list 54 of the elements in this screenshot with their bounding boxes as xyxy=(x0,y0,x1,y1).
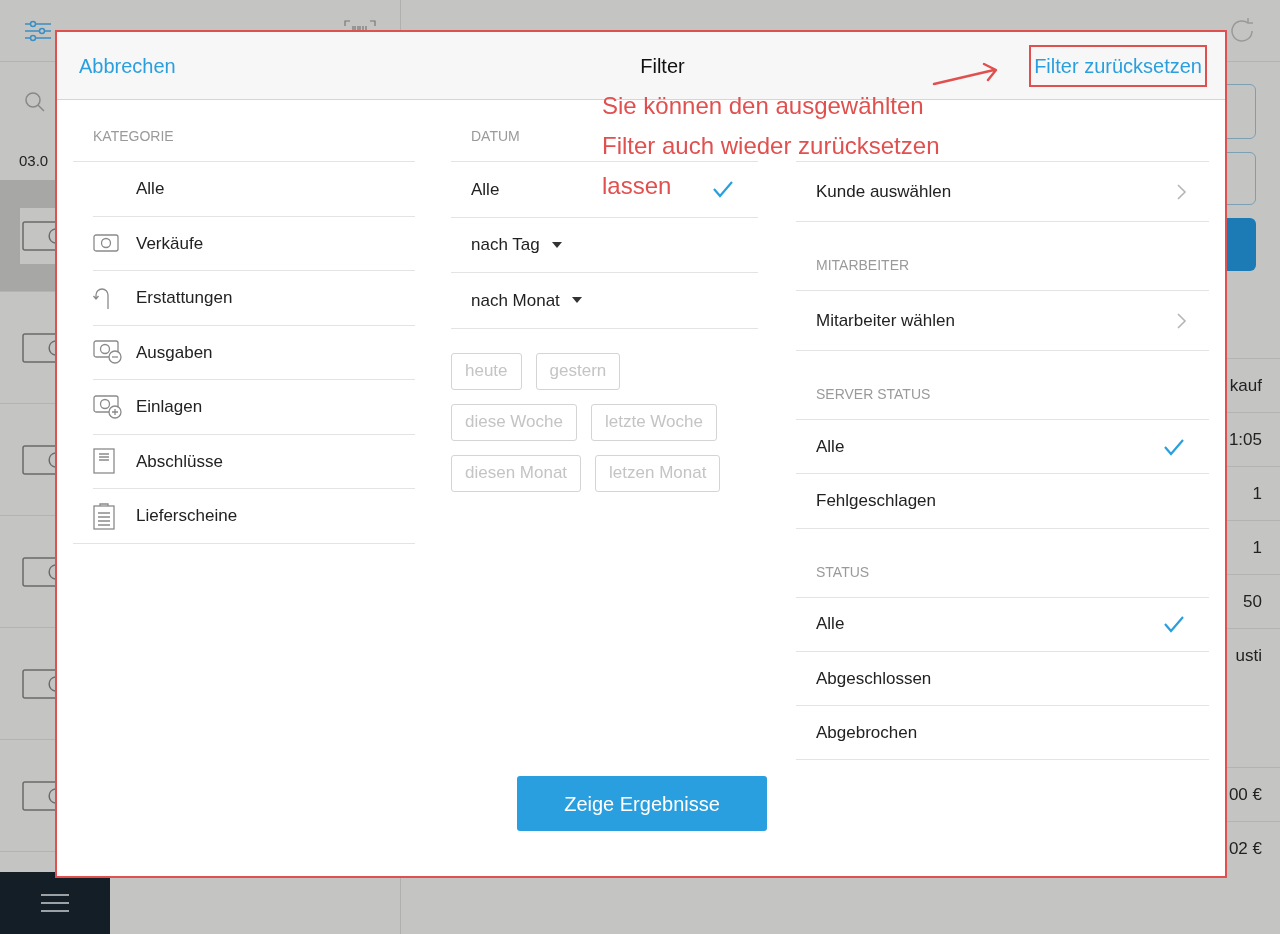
chevron-right-icon xyxy=(1177,312,1187,329)
status-option[interactable]: Abgebrochen xyxy=(796,706,1209,761)
camera-icon xyxy=(22,668,55,699)
picker-row[interactable]: Mitarbeiter wählen xyxy=(796,291,1209,351)
receipt-value: kauf xyxy=(1229,374,1262,397)
camera-icon xyxy=(22,220,55,251)
status-option[interactable]: Alle xyxy=(796,597,1209,652)
date-option[interactable]: nach Monat xyxy=(471,287,560,313)
clipboard-icon xyxy=(93,501,115,530)
caret-icon xyxy=(551,241,562,248)
annotation-text: lassen xyxy=(602,171,672,201)
menu-icon[interactable] xyxy=(41,894,69,912)
picker-row[interactable]: Kunde auswählen xyxy=(796,162,1209,222)
section-heading: SERVER STATUS xyxy=(796,351,1209,420)
section-heading: STATUS xyxy=(796,528,1209,598)
date-option[interactable]: Alle xyxy=(471,176,500,202)
refresh-icon[interactable] xyxy=(1228,16,1256,45)
category-item[interactable]: Erstattungen xyxy=(93,271,415,326)
annotation-text: Filter auch wieder zurücksetzen xyxy=(602,131,940,161)
camera-icon xyxy=(22,780,55,811)
section-heading: MITARBEITER xyxy=(796,222,1209,291)
search-icon[interactable] xyxy=(24,91,46,113)
status-option[interactable]: Alle xyxy=(796,420,1209,475)
receipt-value: 00 € xyxy=(1228,783,1262,806)
money-minus-icon xyxy=(93,340,123,365)
receipt-value: 1 xyxy=(1252,482,1262,505)
status-option[interactable]: Fehlgeschlagen xyxy=(796,474,1209,529)
camera-icon xyxy=(93,234,119,253)
category-item[interactable]: Ausgaben xyxy=(93,325,415,380)
chevron-right-icon xyxy=(1177,183,1187,200)
section-heading: KATEGORIE xyxy=(73,100,415,162)
status-option[interactable]: Abgeschlossen xyxy=(796,651,1209,707)
category-item[interactable]: Alle xyxy=(93,162,415,217)
camera-icon xyxy=(22,332,55,363)
category-item[interactable]: Verkäufe xyxy=(93,216,415,271)
receipt-value: usti xyxy=(1235,644,1262,667)
receipt-value: 1 xyxy=(1252,536,1262,559)
camera-icon xyxy=(22,556,55,587)
category-item[interactable]: Abschlüsse xyxy=(93,434,415,489)
annotation-arrow xyxy=(932,62,1000,86)
caret-icon xyxy=(571,297,582,304)
category-item[interactable]: Einlagen xyxy=(93,380,415,435)
receipt-value: 1:05 xyxy=(1228,428,1262,451)
money-plus-icon xyxy=(93,394,123,419)
document-icon xyxy=(93,448,115,475)
receipt-value: 50 xyxy=(1243,590,1262,613)
date-option[interactable]: nach Tag xyxy=(471,232,540,258)
filter-settings-icon[interactable] xyxy=(24,19,52,42)
annotation-text: Sie können den ausgewählten xyxy=(602,91,924,121)
date-header: 03.0 xyxy=(18,150,50,171)
category-item[interactable]: Lieferscheine xyxy=(73,489,415,544)
dialog-title: Filter xyxy=(640,53,685,79)
camera-icon xyxy=(22,444,55,475)
receipt-value: 02 € xyxy=(1228,837,1262,860)
